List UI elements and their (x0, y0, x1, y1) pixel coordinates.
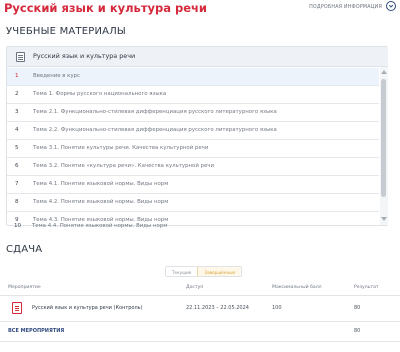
lesson-title: Тема 4.2. Понятие языковой нормы. Виды н… (33, 199, 169, 205)
table-header: Мероприятие Доступ Максимальный балл Рез… (0, 282, 400, 296)
lesson-row[interactable]: 3 Тема 2.1. Функционально-стилевая диффе… (7, 104, 379, 122)
lesson-row[interactable]: 10 Тема 4.4. Понятие языковой нормы. Вид… (6, 218, 378, 236)
all-events-label[interactable]: ВСЕ МЕРОПРИЯТИЯ (8, 328, 64, 334)
lesson-title: Тема 3.2. Понятие «культура речи». Качес… (33, 163, 214, 169)
lesson-title: Тема 2.2. Функционально-стилевая диффере… (33, 127, 277, 133)
lesson-row[interactable]: 7 Тема 4.1. Понятие языковой нормы. Виды… (7, 176, 379, 194)
tab-completed[interactable]: Завершённые (197, 267, 242, 276)
tab-current[interactable]: Текущие (166, 267, 197, 276)
lesson-number: 8 (15, 199, 19, 205)
column-event: Мероприятие (8, 285, 41, 290)
details-link[interactable]: ПОДРОБНАЯ ИНФОРМАЦИЯ (309, 5, 382, 10)
lesson-number: 2 (15, 91, 19, 97)
submission-section-title: СДАЧА (6, 244, 43, 255)
scrollbar[interactable] (380, 67, 388, 225)
column-max-score: Максимальный балл (272, 285, 322, 290)
lesson-number: 5 (15, 145, 19, 151)
lesson-title: Тема 4.1. Понятие языковой нормы. Виды н… (33, 181, 169, 187)
course-name: Русский язык и культура речи (33, 52, 136, 60)
materials-section-title: УЧЕБНЫЕ МАТЕРИАЛЫ (6, 26, 126, 37)
scroll-up-icon[interactable] (381, 70, 387, 74)
page-title: Русский язык и культура речи (4, 1, 207, 15)
scroll-down-icon[interactable] (381, 217, 387, 221)
lesson-number: 4 (15, 127, 19, 133)
lesson-number: 6 (15, 163, 19, 169)
column-result: Результат (354, 285, 379, 290)
submission-tabs: Текущие Завершённые (165, 266, 243, 277)
lesson-title: Введение в курс (33, 73, 81, 79)
lesson-number: 3 (15, 109, 19, 115)
lesson-title: Тема 4.4. Понятие языковой нормы. Виды н… (32, 223, 168, 229)
scrollbar-thumb[interactable] (381, 79, 386, 197)
lesson-number: 10 (14, 223, 22, 229)
event-access: 22.11.2023 – 22.05.2024 (186, 305, 249, 311)
document-icon (12, 302, 22, 314)
lesson-title: Тема 2.1. Функционально-стилевая диффере… (33, 109, 277, 115)
event-result: 80 (354, 305, 361, 311)
lesson-row[interactable]: 2 Тема 1. Формы русского национального я… (7, 86, 379, 104)
all-events-result: 80 (354, 328, 361, 334)
lesson-row[interactable]: 4 Тема 2.2. Функционально-стилевая диффе… (7, 122, 379, 140)
lesson-number: 1 (15, 73, 19, 79)
lesson-row[interactable]: 5 Тема 3.1. Понятие культуры речи. Качес… (7, 140, 379, 158)
event-max-score: 100 (272, 305, 282, 311)
table-row[interactable]: Русский язык и культура речи (Контроль) … (0, 296, 400, 322)
lesson-row[interactable]: 8 Тема 4.2. Понятие языковой нормы. Виды… (7, 194, 379, 212)
chevron-down-icon[interactable] (386, 1, 396, 11)
document-icon (16, 52, 25, 62)
lesson-row[interactable]: 1 Введение в курс (7, 68, 379, 86)
lesson-title: Тема 1. Формы русского национального язы… (33, 91, 167, 97)
lesson-number: 7 (15, 181, 19, 187)
column-access: Доступ (186, 285, 204, 290)
event-name[interactable]: Русский язык и культура речи (Контроль) (32, 305, 143, 311)
lesson-row[interactable]: 6 Тема 3.2. Понятие «культура речи». Кач… (7, 158, 379, 176)
lesson-title: Тема 3.1. Понятие культуры речи. Качеств… (33, 145, 209, 151)
course-header[interactable]: Русский язык и культура речи (7, 47, 388, 67)
materials-panel: Русский язык и культура речи 1 Введение … (6, 46, 388, 226)
all-events-row[interactable]: ВСЕ МЕРОПРИЯТИЯ 80 (0, 322, 400, 342)
